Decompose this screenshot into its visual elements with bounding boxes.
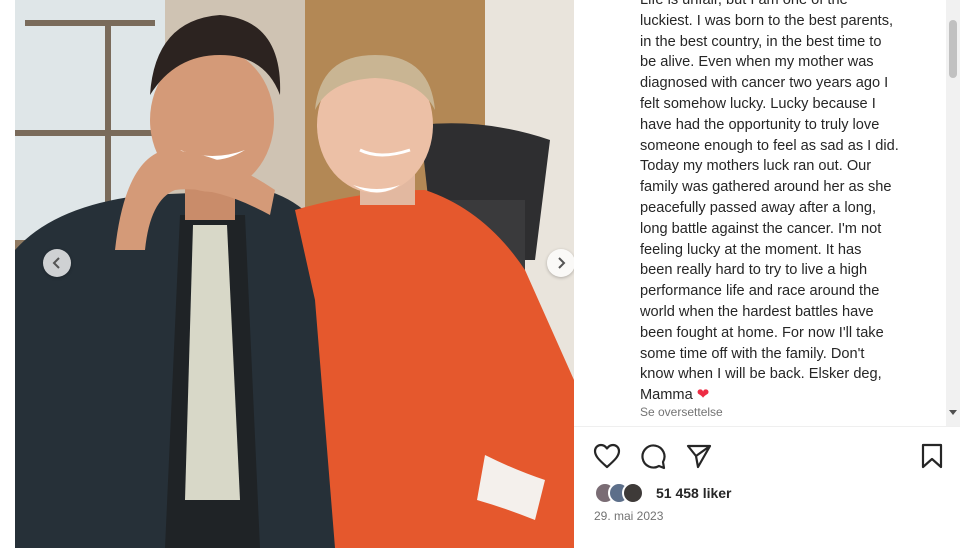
avatar — [622, 482, 644, 504]
post-caption: Life is unfair, but I am one of the luck… — [640, 0, 940, 406]
chevron-right-icon — [558, 257, 566, 269]
post-actions-bar — [574, 441, 960, 471]
caption-line: Life is unfair, but I am one of the — [640, 0, 848, 8]
caption-line: Today my mothers luck ran out. Our — [640, 158, 872, 175]
caption-line: felt somehow lucky. Lucky because I — [640, 95, 876, 112]
caption-line: be alive. Even when my mother was — [640, 54, 874, 71]
likes-count[interactable]: 51 458 liker — [656, 485, 732, 501]
send-icon — [686, 444, 712, 469]
likes-row: 51 458 liker — [594, 481, 732, 505]
photo-illustration — [15, 0, 574, 548]
bookmark-icon — [921, 443, 943, 469]
scroll-down-arrow-icon[interactable] — [949, 410, 957, 415]
comment-icon — [641, 444, 666, 470]
caption-line-last: Mamma ❤ — [640, 385, 940, 406]
caption-line: been fought at home. For now I'll take — [640, 324, 884, 341]
caption-line: have had the opportunity to truly love — [640, 116, 880, 133]
save-button[interactable] — [917, 441, 947, 471]
see-translation-link[interactable]: Se oversettelse — [640, 405, 723, 419]
heart-outline-icon — [593, 443, 621, 469]
caption-line: some time off with the family. Don't — [640, 345, 865, 362]
caption-scrollbar[interactable] — [946, 0, 960, 426]
caption-line: feeling lucky at the moment. It has — [640, 241, 862, 258]
caption-last-word: Mamma — [640, 387, 693, 404]
post-date[interactable]: 29. mai 2023 — [594, 509, 663, 523]
post-photo — [15, 0, 574, 548]
post-side-panel: Life is unfair, but I am one of the luck… — [574, 0, 960, 548]
caption-line: long battle against the cancer. I'm not — [640, 220, 882, 237]
divider — [574, 426, 960, 427]
comment-button[interactable] — [638, 441, 668, 471]
red-heart-icon: ❤ — [696, 386, 710, 404]
caption-line: peacefully passed away after a long, — [640, 199, 877, 216]
scrollbar-thumb[interactable] — [949, 20, 957, 78]
caption-line: luckiest. I was born to the best parents… — [640, 12, 894, 29]
caption-line: know when I will be back. Elsker deg, — [640, 366, 882, 383]
next-image-button[interactable] — [547, 249, 574, 277]
liker-avatars[interactable] — [594, 482, 652, 504]
caption-line: diagnosed with cancer two years ago I — [640, 75, 889, 92]
caption-line: family was gathered around her as she — [640, 179, 892, 196]
caption-line: been really hard to try to live a high — [640, 262, 868, 279]
chevron-left-icon — [52, 257, 60, 269]
caption-line: in the best country, in the best time to — [640, 33, 882, 50]
like-button[interactable] — [592, 441, 622, 471]
previous-image-button[interactable] — [43, 249, 71, 277]
caption-scroll-area[interactable]: Life is unfair, but I am one of the luck… — [574, 0, 946, 426]
caption-line: performance life and race around the — [640, 283, 880, 300]
caption-line: someone enough to feel as sad as I did. — [640, 137, 899, 154]
share-button[interactable] — [684, 441, 714, 471]
caption-line: world when the hardest battles have — [640, 303, 874, 320]
